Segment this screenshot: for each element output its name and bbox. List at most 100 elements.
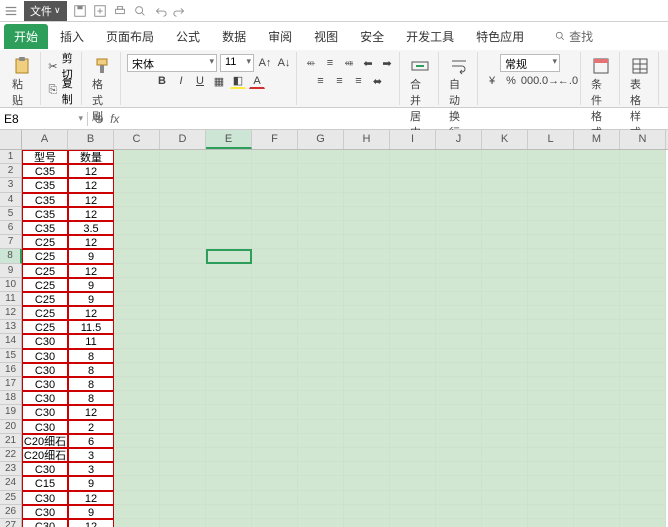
cell[interactable] (160, 334, 206, 348)
table-style-button[interactable]: 表格样式 (626, 54, 654, 142)
cell[interactable]: 9 (68, 292, 114, 306)
cell[interactable] (206, 278, 252, 292)
cell[interactable] (390, 249, 436, 263)
cell[interactable] (574, 377, 620, 391)
cell[interactable] (620, 391, 666, 405)
row-header[interactable]: 1 (0, 150, 22, 164)
cell[interactable] (482, 164, 528, 178)
cell[interactable] (160, 320, 206, 334)
cell[interactable] (574, 235, 620, 249)
cell[interactable] (160, 405, 206, 419)
cell[interactable] (436, 491, 482, 505)
font-size-combo[interactable]: 11 (220, 54, 254, 72)
cell[interactable] (528, 505, 574, 519)
cell[interactable] (482, 391, 528, 405)
name-box[interactable]: E8▾ (0, 112, 88, 126)
increase-font-icon[interactable]: A↑ (257, 55, 273, 71)
cell[interactable] (344, 264, 390, 278)
indent-increase-icon[interactable]: ➡ (379, 55, 395, 71)
wrap-text-button[interactable]: 自动换行 (445, 54, 473, 142)
cell[interactable] (114, 164, 160, 178)
cell[interactable] (206, 221, 252, 235)
cell[interactable] (390, 434, 436, 448)
cell[interactable] (390, 164, 436, 178)
cell[interactable] (436, 178, 482, 192)
cell[interactable] (252, 334, 298, 348)
cell[interactable] (482, 249, 528, 263)
cell[interactable] (114, 320, 160, 334)
cell[interactable] (620, 306, 666, 320)
comma-icon[interactable]: 000 (522, 73, 538, 89)
col-header-C[interactable]: C (114, 130, 160, 149)
align-bottom-icon[interactable]: ⬵ (341, 55, 357, 71)
cell[interactable] (344, 349, 390, 363)
cell[interactable]: 9 (68, 278, 114, 292)
row-header[interactable]: 4 (0, 193, 22, 207)
cell[interactable] (160, 420, 206, 434)
cell[interactable]: 8 (68, 363, 114, 377)
cell[interactable]: 12 (68, 164, 114, 178)
cell[interactable] (298, 405, 344, 419)
cell[interactable] (482, 462, 528, 476)
cell[interactable] (344, 334, 390, 348)
cell[interactable] (620, 462, 666, 476)
cell[interactable] (620, 377, 666, 391)
cell[interactable] (252, 292, 298, 306)
conditional-format-button[interactable]: 条件格式 (587, 54, 615, 142)
cell[interactable] (436, 278, 482, 292)
row-header[interactable]: 18 (0, 391, 22, 405)
row-header[interactable]: 15 (0, 349, 22, 363)
cell[interactable] (206, 363, 252, 377)
cell[interactable] (528, 363, 574, 377)
cell[interactable] (344, 405, 390, 419)
cell[interactable] (436, 264, 482, 278)
cell[interactable] (482, 519, 528, 527)
cell[interactable] (436, 391, 482, 405)
merge-center-button[interactable]: 合并居中 (406, 54, 434, 142)
cell[interactable] (160, 391, 206, 405)
cell[interactable] (252, 178, 298, 192)
cell[interactable] (344, 306, 390, 320)
cell[interactable] (528, 249, 574, 263)
cell[interactable] (298, 320, 344, 334)
save-as-icon[interactable] (93, 4, 107, 18)
cell[interactable] (160, 462, 206, 476)
cell[interactable] (528, 405, 574, 419)
row-header[interactable]: 19 (0, 405, 22, 419)
cell[interactable] (298, 249, 344, 263)
cell[interactable]: 12 (68, 519, 114, 527)
cell[interactable] (528, 207, 574, 221)
cell[interactable] (620, 334, 666, 348)
cell[interactable] (620, 235, 666, 249)
cell[interactable] (574, 249, 620, 263)
cell[interactable] (528, 235, 574, 249)
cell[interactable] (574, 476, 620, 490)
cell[interactable] (252, 363, 298, 377)
cell[interactable] (390, 505, 436, 519)
cell[interactable] (574, 420, 620, 434)
cell[interactable]: C15 (22, 476, 68, 490)
col-header-M[interactable]: M (574, 130, 620, 149)
cell[interactable] (252, 377, 298, 391)
cell[interactable] (574, 519, 620, 527)
cell[interactable]: C30 (22, 519, 68, 527)
cell[interactable] (298, 150, 344, 164)
tab-2[interactable]: 页面布局 (96, 24, 164, 49)
cell[interactable] (482, 306, 528, 320)
cell[interactable] (390, 292, 436, 306)
cell[interactable]: C30 (22, 505, 68, 519)
cell[interactable]: C30 (22, 405, 68, 419)
col-header-A[interactable]: A (22, 130, 68, 149)
cell[interactable]: C20细石 (22, 448, 68, 462)
cell[interactable] (160, 150, 206, 164)
cell[interactable]: C35 (22, 207, 68, 221)
row-header[interactable]: 22 (0, 448, 22, 462)
cell[interactable] (528, 150, 574, 164)
cell[interactable] (620, 405, 666, 419)
cell[interactable] (344, 235, 390, 249)
cell[interactable] (390, 349, 436, 363)
cell[interactable] (436, 334, 482, 348)
cell[interactable] (206, 292, 252, 306)
cell[interactable] (114, 235, 160, 249)
cell[interactable] (114, 391, 160, 405)
